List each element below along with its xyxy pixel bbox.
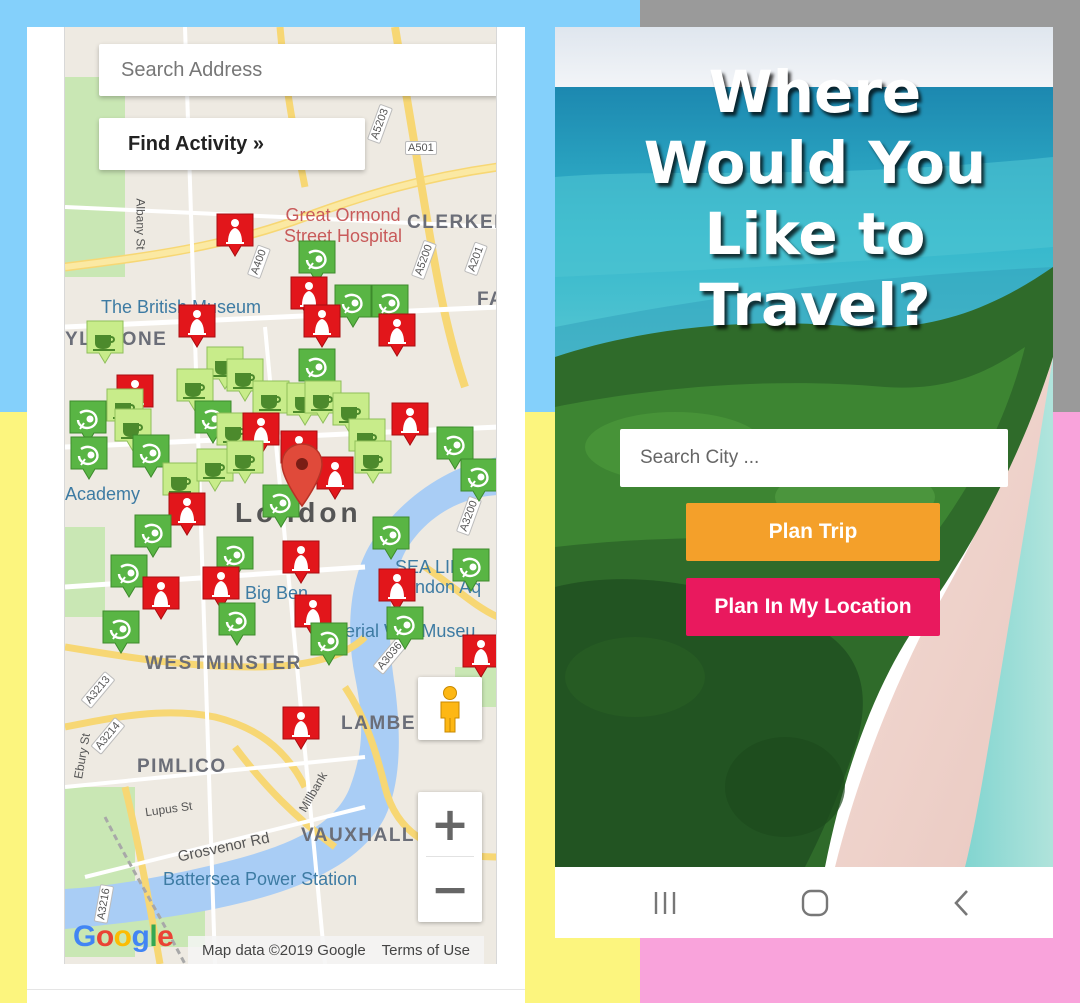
activity-marker[interactable] [281,539,321,585]
selected-location-pin[interactable] [280,442,324,508]
park-marker[interactable] [459,457,496,503]
park-icon [218,602,256,646]
android-nav-bar [555,867,1053,938]
road-label: Albany St [133,198,148,250]
plan-in-my-location-button[interactable]: Plan In My Location [686,578,940,636]
landmark-icon [282,540,320,584]
park-marker[interactable] [69,435,109,481]
park-marker[interactable] [371,515,411,561]
home-button[interactable] [780,867,850,938]
activity-marker[interactable] [281,705,321,751]
landmark-icon [303,304,341,348]
poi-academy: Academy [65,484,141,504]
cafe-marker[interactable] [85,319,125,365]
landmark-icon [282,706,320,750]
activity-marker[interactable] [215,212,255,258]
activity-marker[interactable] [390,401,430,447]
poi-hospital: Great Ormond Street Hospital [283,205,403,246]
hero-headline: Where Would You Like to Travel? [555,57,1053,341]
park-icon [372,516,410,560]
cafe-marker[interactable] [353,439,393,485]
district-label: PIMLICO [137,756,227,777]
park-icon [460,458,496,502]
park-marker[interactable] [451,547,491,593]
park-icon [386,606,424,650]
find-activity-button[interactable]: Find Activity » [99,118,365,170]
landmark-icon [378,313,416,357]
park-icon [310,622,348,666]
park-marker[interactable] [309,621,349,667]
park-marker[interactable] [101,609,141,655]
home-icon [801,889,829,916]
poi-battersea: Battersea Power Station [163,869,358,889]
landmark-icon [178,304,216,348]
map-view[interactable]: CLERKEN FARI YLEBONE London WESTMINSTER … [64,27,497,964]
coffee-cup-icon [86,320,124,364]
district-label: LAMBE [341,713,417,734]
park-icon [452,548,490,592]
coffee-cup-icon [354,440,392,484]
headline-line: Like to [704,200,926,268]
zoom-in-button[interactable]: + [418,792,482,856]
headline-line: Travel? [699,271,931,339]
activity-marker[interactable] [141,575,181,621]
map-screen: CLERKEN FARI YLEBONE London WESTMINSTER … [27,27,525,1003]
google-logo: Google [73,920,174,953]
plan-trip-button[interactable]: Plan Trip [686,503,940,561]
map-attribution: Map data ©2019 Google Terms of Use [188,936,485,964]
activity-marker[interactable] [177,303,217,349]
activity-marker[interactable] [302,303,342,349]
zoom-out-button[interactable]: − [418,857,482,921]
search-city-input[interactable] [620,429,1008,487]
back-button[interactable] [927,867,997,938]
road-number: A501 [405,141,437,155]
park-marker[interactable] [217,601,257,647]
landmark-icon [462,634,496,678]
coffee-cup-icon [226,440,264,484]
recent-apps-icon [654,891,676,914]
district-label: VAUXHALL [301,825,416,846]
activity-marker[interactable] [461,633,496,679]
headline-line: Where [708,58,922,126]
zoom-controls: + − [418,792,482,922]
search-address-input[interactable] [99,44,496,96]
landmark-icon [391,402,429,446]
park-icon [70,436,108,480]
district-label: WESTMINSTER [145,653,302,674]
map-data-text: Map data ©2019 Google [202,941,366,959]
headline-line: Would You [643,129,987,197]
landmark-icon [216,213,254,257]
divider [27,989,525,990]
back-icon [954,889,968,916]
hero-beach-image: Where Would You Like to Travel? Plan Tri… [555,27,1053,867]
district-label: FARI [477,289,496,310]
park-marker[interactable] [385,605,425,651]
cafe-marker[interactable] [225,439,265,485]
pegman-icon [440,685,460,732]
landmark-icon [142,576,180,620]
recent-apps-button[interactable] [630,867,700,938]
street-view-pegman[interactable] [418,677,482,740]
landmark-icon [168,492,206,536]
terms-of-use-link[interactable]: Terms of Use [374,942,478,959]
district-label: CLERKEN [407,212,496,233]
travel-home-screen: Where Would You Like to Travel? Plan Tri… [555,27,1053,938]
park-icon [102,610,140,654]
activity-marker[interactable] [167,491,207,537]
activity-marker[interactable] [377,312,417,358]
